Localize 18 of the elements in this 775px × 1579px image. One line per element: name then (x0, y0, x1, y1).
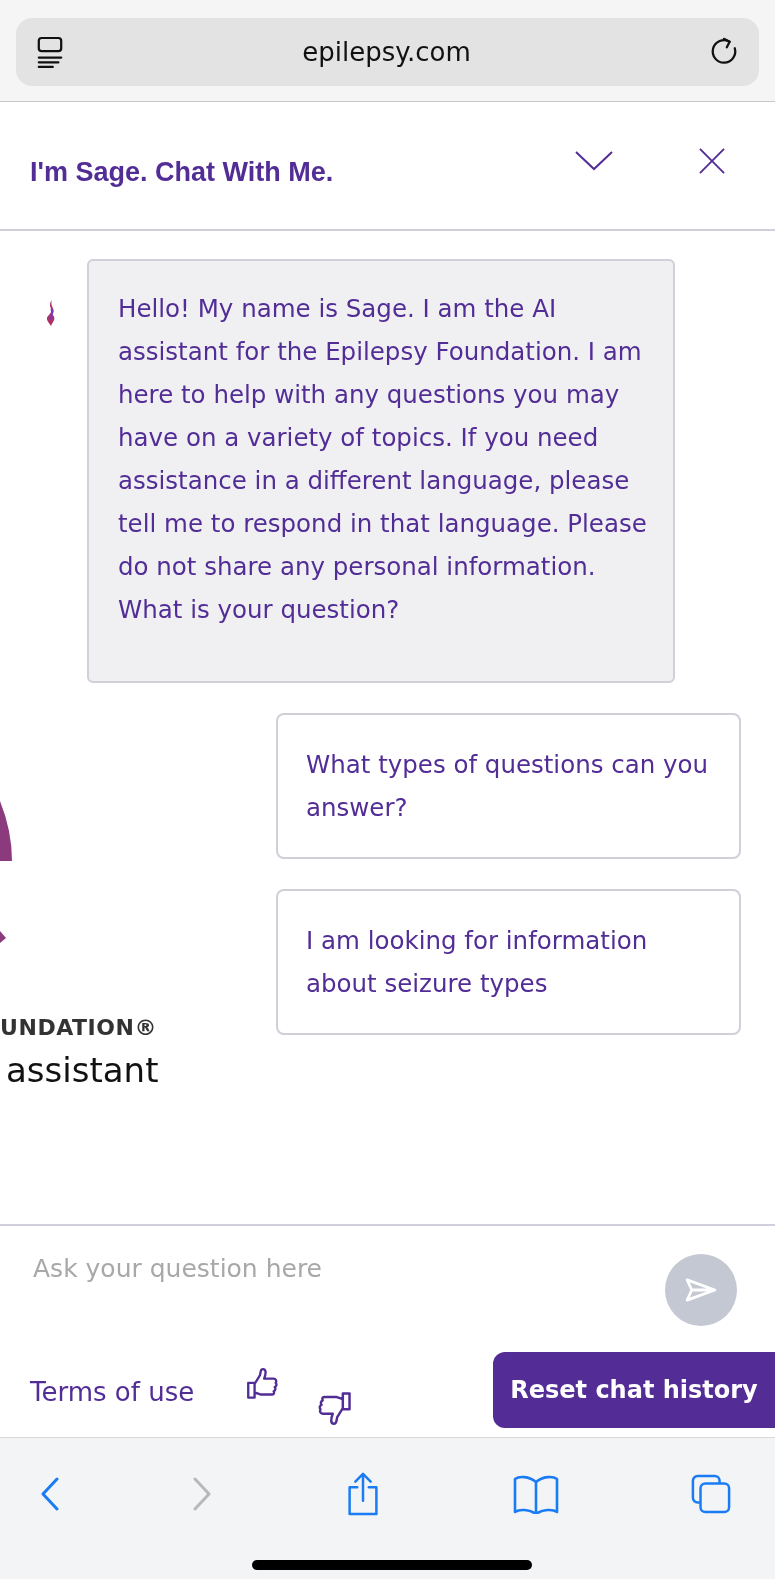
address-bar[interactable]: epilepsy.com (16, 18, 759, 86)
reset-chat-button[interactable]: Reset chat history (493, 1351, 775, 1428)
chat-title: I'm Sage. Chat With Me. (30, 156, 335, 190)
bot-message: Hello! My name is Sage. I am the AI assistant for the Epilepsy Foundation. I am here to help with any questions you may have on a variety of topics. If you need assistance in a different language, please tell me to respond in that language. Please do not share any personal information. What is your question? (87, 259, 675, 683)
tabs-icon[interactable] (691, 1474, 731, 1514)
logo-text: UNDATION® (0, 1014, 158, 1042)
suggestion-button[interactable]: I am looking for information about seizure types (276, 889, 741, 1035)
question-input[interactable]: Ask your question here (33, 1238, 665, 1298)
terms-link[interactable]: Terms of use (30, 1373, 195, 1412)
logo-text: assistant (6, 1049, 159, 1092)
minimize-chevron-icon[interactable] (575, 150, 613, 171)
close-icon[interactable] (699, 147, 725, 174)
url-text: epilepsy.com (301, 35, 472, 69)
reader-icon[interactable] (36, 35, 64, 69)
open-book-icon[interactable] (512, 1474, 559, 1514)
reload-icon[interactable] (709, 37, 739, 67)
send-icon (685, 1278, 717, 1302)
suggestion-button[interactable]: What types of questions can you answer? (276, 713, 741, 859)
